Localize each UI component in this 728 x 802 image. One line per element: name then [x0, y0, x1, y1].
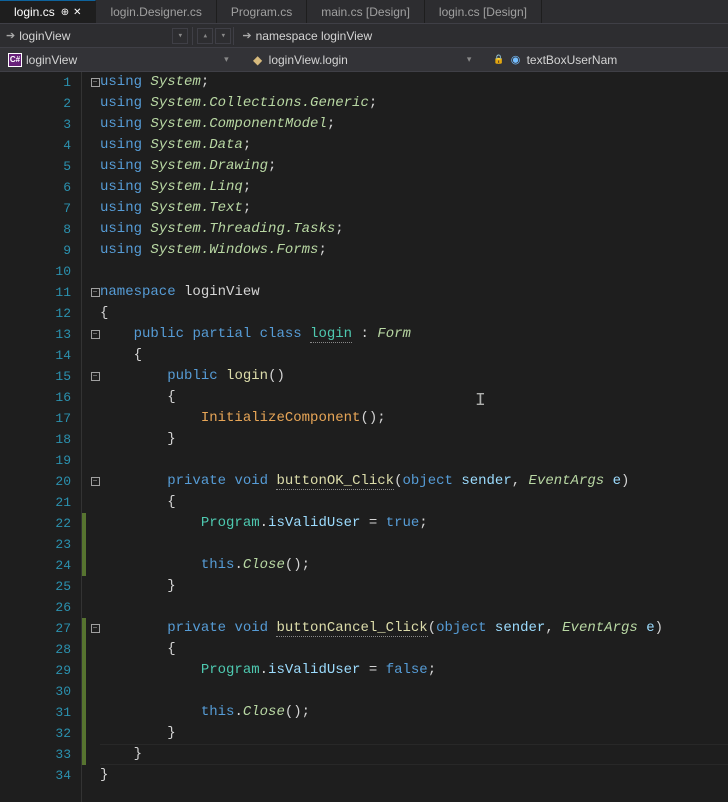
csharp-icon: C#	[8, 53, 22, 67]
member-selector[interactable]: ◆ loginView.login ▾	[243, 53, 486, 67]
class-selector[interactable]: C# loginView ▾	[0, 53, 243, 67]
close-icon[interactable]: ✕	[73, 7, 81, 18]
arrow-icon: ➔	[6, 29, 15, 42]
file-tab[interactable]: Program.cs	[217, 0, 307, 23]
tab-icons: ⊕ ✕	[61, 7, 82, 18]
file-tabs-row: login.cs ⊕ ✕ login.Designer.cs Program.c…	[0, 0, 728, 24]
arrow-icon: ➔	[242, 29, 251, 42]
line-number-gutter: 1234567891011121314151617181920212223242…	[0, 72, 82, 802]
member-dropdown-bar: C# loginView ▾ ◆ loginView.login ▾ 🔒 ◉ t…	[0, 48, 728, 72]
file-tab[interactable]: login.cs [Design]	[425, 0, 542, 23]
nav-down[interactable]: ▾	[215, 28, 231, 44]
text-cursor: I	[475, 391, 486, 411]
nav-up[interactable]: ▴	[197, 28, 213, 44]
lock-icon: 🔒	[493, 54, 504, 65]
file-tab-active[interactable]: login.cs ⊕ ✕	[0, 0, 96, 23]
chevron-down-icon: ▾	[467, 54, 478, 65]
nav-namespace[interactable]: ➔ namespace loginView	[236, 29, 378, 43]
nav-scope[interactable]: ➔ loginView	[0, 29, 76, 43]
tab-label: login.cs	[14, 5, 55, 19]
pin-icon[interactable]: ⊕	[61, 7, 69, 18]
class-icon: ◆	[251, 53, 265, 67]
outline-margin: −−−−−−	[90, 72, 100, 802]
nav-history-back[interactable]: ▾	[172, 28, 188, 44]
field-icon: ◉	[509, 53, 523, 67]
file-tab[interactable]: main.cs [Design]	[307, 0, 425, 23]
code-area[interactable]: I using System;using System.Collections.…	[100, 72, 728, 802]
file-tab[interactable]: login.Designer.cs	[96, 0, 216, 23]
chevron-down-icon: ▾	[224, 54, 235, 65]
code-editor[interactable]: 1234567891011121314151617181920212223242…	[0, 72, 728, 802]
field-selector[interactable]: 🔒 ◉ textBoxUserNam	[485, 53, 728, 67]
nav-bar: ➔ loginView ▾ ▴ ▾ ➔ namespace loginView	[0, 24, 728, 48]
change-margin	[82, 72, 90, 802]
